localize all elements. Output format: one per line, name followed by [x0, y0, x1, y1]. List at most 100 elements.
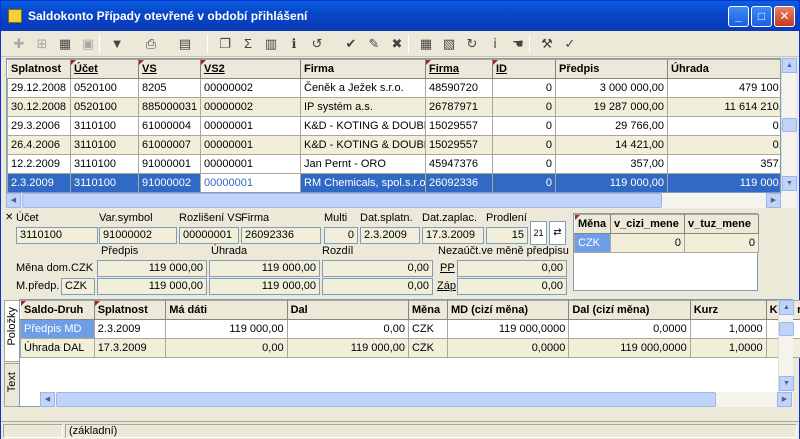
- items-scroll-down-icon[interactable]: ▼: [779, 376, 794, 391]
- table-cell[interactable]: CZK: [574, 233, 611, 253]
- scroll-right-icon[interactable]: ▶: [766, 193, 781, 208]
- column-header[interactable]: Úhrada: [667, 59, 780, 79]
- column-header[interactable]: Měna: [407, 300, 448, 320]
- table-cell[interactable]: 00000002: [200, 78, 301, 98]
- table-cell[interactable]: 17.3.2009: [93, 338, 167, 358]
- table-cell[interactable]: 15029557: [425, 116, 493, 136]
- items-scroll-thumb[interactable]: [779, 322, 794, 336]
- column-header[interactable]: Dal (cizí měna): [568, 300, 691, 320]
- insert-record-icon[interactable]: ⊞: [32, 34, 52, 54]
- transfer-icon[interactable]: ⇄: [549, 221, 566, 245]
- table-icon[interactable]: ▦: [416, 34, 436, 54]
- table-cell[interactable]: 29.3.2006: [7, 116, 71, 136]
- table-row[interactable]: 30.12.2008 0520100 885000031 00000002 IP sys…: [7, 97, 780, 117]
- maximize-button[interactable]: □: [751, 6, 772, 27]
- column-header[interactable]: Splatnost: [93, 300, 167, 320]
- table-cell[interactable]: 91000001: [138, 154, 201, 174]
- column-header[interactable]: v_tuz_mene: [684, 214, 759, 234]
- calendar-icon[interactable]: 21: [530, 221, 547, 245]
- table-cell[interactable]: Jan Pernt - ORO: [300, 154, 426, 174]
- table-cell[interactable]: 1,0000: [689, 319, 767, 339]
- main-grid-vscroll[interactable]: ▲ ▼: [781, 58, 797, 193]
- table-cell[interactable]: CZK: [407, 319, 448, 339]
- prodleni-field[interactable]: 15: [486, 227, 528, 244]
- main-grid[interactable]: Splatnost Účet VS VS2 Firma Firma ID Předpis Úhr…: [6, 58, 781, 193]
- table-cell[interactable]: 29 766,00: [555, 116, 668, 136]
- pp-field[interactable]: 0,00: [457, 260, 567, 277]
- table-cell[interactable]: Úhrada DAL: [20, 338, 95, 358]
- table-cell[interactable]: 0,00: [165, 338, 288, 358]
- table-cell[interactable]: 1,0000: [689, 338, 767, 358]
- table-cell[interactable]: 0,00: [286, 319, 409, 339]
- items-grid-vscroll[interactable]: ▲ ▼: [778, 300, 794, 392]
- table-cell[interactable]: 0: [610, 233, 685, 253]
- info-icon[interactable]: ℹ: [284, 34, 304, 54]
- hscroll-thumb[interactable]: [22, 193, 662, 208]
- mpredp-rozdil-field[interactable]: 0,00: [322, 278, 433, 295]
- table-cell[interactable]: 0: [492, 97, 556, 117]
- table-cell[interactable]: 119 000,00: [286, 338, 409, 358]
- items-scroll-up-icon[interactable]: ▲: [779, 300, 794, 315]
- column-header[interactable]: Dal: [286, 300, 409, 320]
- table-cell[interactable]: 357,00: [667, 154, 780, 174]
- table-cell[interactable]: 357,00: [555, 154, 668, 174]
- columns-icon[interactable]: ▥: [261, 34, 281, 54]
- table-cell[interactable]: 479 100,00: [667, 78, 780, 98]
- refresh-icon[interactable]: ↻: [462, 34, 482, 54]
- table-cell[interactable]: 0: [492, 116, 556, 136]
- table-cell[interactable]: 2.3.2009: [93, 319, 167, 339]
- info-small-icon[interactable]: ⅰ: [485, 34, 505, 54]
- table-cell[interactable]: RM Chemicals, spol.s.r.o.: [300, 173, 426, 192]
- table-cell[interactable]: 3110100: [70, 135, 139, 155]
- column-header[interactable]: Účet: [70, 59, 139, 79]
- check-icon[interactable]: ✔: [341, 34, 361, 54]
- table-cell[interactable]: K&D - KOTING & DOUBR: [300, 135, 426, 155]
- zap-link[interactable]: Záp: [437, 280, 456, 292]
- table-cell[interactable]: 3110100: [70, 173, 139, 192]
- items-grid[interactable]: Saldo-Druh Splatnost Má dáti Dal Měna MD (ciz…: [19, 299, 800, 407]
- table-cell[interactable]: 12.2.2009: [7, 154, 71, 174]
- table-cell[interactable]: 00000001: [200, 173, 301, 192]
- column-header[interactable]: Předpis: [555, 59, 668, 79]
- table-cell[interactable]: 48590720: [425, 78, 493, 98]
- table-cell[interactable]: 30.12.2008: [7, 97, 71, 117]
- table-row[interactable]: 26.4.2006 3110100 61000007 00000001 K&D - KO…: [7, 135, 780, 155]
- column-header[interactable]: Firma: [425, 59, 493, 79]
- table-cell[interactable]: 0: [492, 78, 556, 98]
- items-hscroll-thumb[interactable]: [56, 392, 716, 407]
- table-cell[interactable]: 91000002: [138, 173, 201, 192]
- table-row[interactable]: 29.12.2008 0520100 8205 00000002 Čeněk a Jež…: [7, 78, 780, 98]
- column-header[interactable]: Měna: [574, 214, 611, 234]
- main-grid-hscroll[interactable]: ◀ ▶: [6, 193, 796, 208]
- table-cell[interactable]: 11 614 210,00: [667, 97, 780, 117]
- table-cell[interactable]: 0: [684, 233, 759, 253]
- column-header[interactable]: VS: [138, 59, 201, 79]
- column-header[interactable]: Kurz: [689, 300, 767, 320]
- export-icon[interactable]: ▤: [175, 34, 195, 54]
- column-header[interactable]: Firma: [300, 59, 426, 79]
- undo-icon[interactable]: ↺: [307, 34, 327, 54]
- close-button[interactable]: ✕: [774, 6, 795, 27]
- items-grid-hscroll[interactable]: ◀ ▶: [40, 392, 793, 407]
- table-cell[interactable]: 15029557: [425, 135, 493, 155]
- table-cell[interactable]: 00000001: [200, 116, 301, 136]
- copy-icon[interactable]: ❐: [215, 34, 235, 54]
- mena-dom-uhrada-field[interactable]: 119 000,00: [209, 260, 320, 277]
- table-row[interactable]: Úhrada DAL 17.3.2009 0,00 119 000,00 CZK 0,00…: [20, 338, 800, 358]
- pp-link[interactable]: PP: [440, 262, 455, 274]
- table-cell[interactable]: 0: [492, 135, 556, 155]
- cancel-icon[interactable]: ✖: [387, 34, 407, 54]
- table-row[interactable]: 12.2.2009 3110100 91000001 00000001 Jan Pern…: [7, 154, 780, 174]
- table-cell[interactable]: K&D - KOTING & DOUBR: [300, 116, 426, 136]
- add-record-icon[interactable]: ✚: [9, 34, 29, 54]
- table-cell[interactable]: 00000001: [200, 154, 301, 174]
- table-cell[interactable]: 26787971: [425, 97, 493, 117]
- table-row[interactable]: CZK 0 0: [574, 233, 759, 253]
- table-cell[interactable]: 3 000 000,00: [555, 78, 668, 98]
- table-cell[interactable]: 8205: [138, 78, 201, 98]
- table-cell[interactable]: 61000004: [138, 116, 201, 136]
- datsplatn-field[interactable]: 2.3.2009: [360, 227, 420, 244]
- table-cell[interactable]: 0520100: [70, 78, 139, 98]
- title-bar[interactable]: Saldokonto Případy otevřené v období při…: [1, 1, 799, 31]
- tools-icon[interactable]: ⚒: [537, 34, 557, 54]
